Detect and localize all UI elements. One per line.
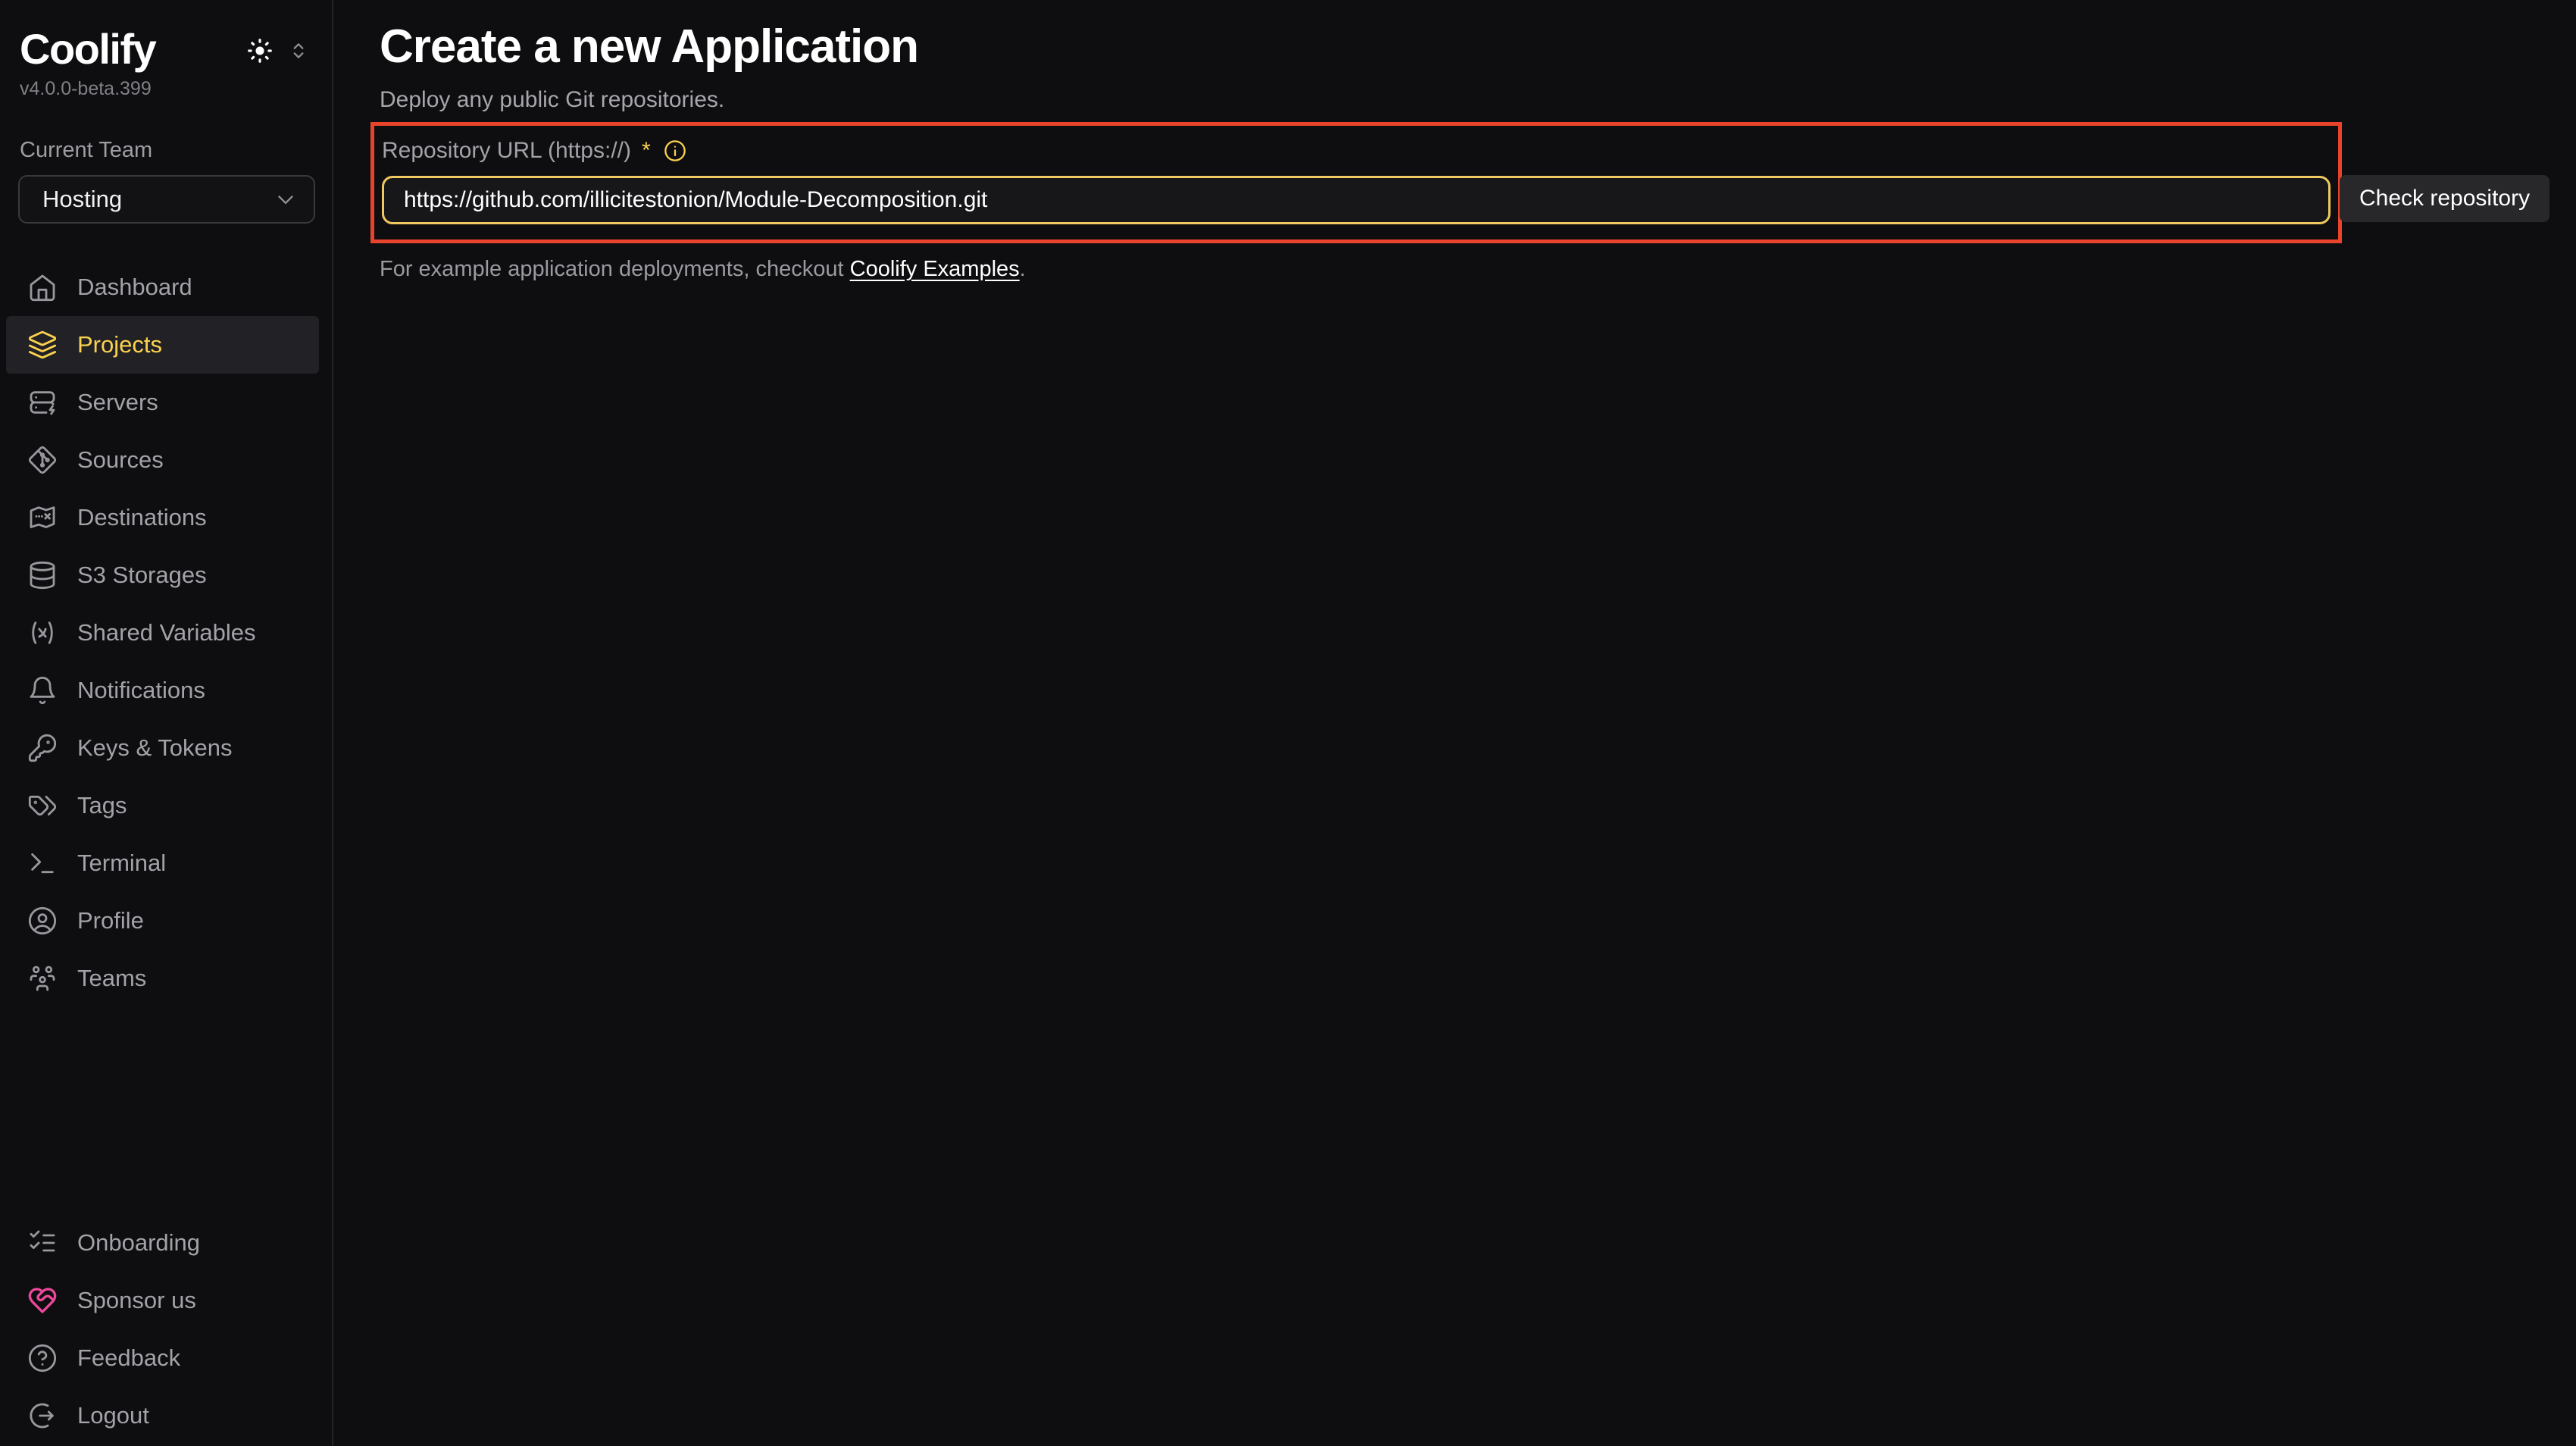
sidebar-item-teams[interactable]: Teams: [6, 950, 319, 1007]
sidebar-item-label: Notifications: [77, 677, 205, 704]
sidebar-item-label: Sponsor us: [77, 1287, 196, 1314]
database-icon: [27, 560, 58, 590]
checklist-icon: [27, 1228, 58, 1258]
info-icon[interactable]: [663, 139, 687, 163]
git-icon: [27, 445, 58, 475]
sidebar-item-label: Projects: [77, 331, 162, 358]
sidebar-item-terminal[interactable]: Terminal: [6, 834, 319, 892]
tags-icon: [27, 790, 58, 821]
main-content: Create a new Application Deploy any publ…: [335, 0, 2576, 1446]
sidebar-item-label: Sources: [77, 446, 164, 474]
server-icon: [27, 387, 58, 418]
sidebar-item-servers[interactable]: Servers: [6, 374, 319, 431]
annotation-highlight: Repository URL (https://) *: [370, 122, 2342, 243]
sidebar-item-sources[interactable]: Sources: [6, 431, 319, 489]
coolify-examples-link[interactable]: Coolify Examples: [850, 257, 1020, 281]
app-brand: Coolify: [20, 27, 155, 72]
sidebar-item-feedback[interactable]: Feedback: [6, 1329, 319, 1387]
logout-icon: [27, 1401, 58, 1431]
sidebar-item-label: S3 Storages: [77, 562, 207, 589]
sidebar-item-label: Feedback: [77, 1344, 180, 1372]
home-icon: [27, 272, 58, 302]
sidebar-spacer: [0, 1007, 332, 1214]
sidebar-item-sponsor-us[interactable]: Sponsor us: [6, 1272, 319, 1329]
sidebar-footer-nav: Onboarding Sponsor us Feedback Logout: [0, 1214, 332, 1444]
sidebar-item-s3-storages[interactable]: S3 Storages: [6, 546, 319, 604]
sidebar-item-label: Logout: [77, 1402, 149, 1429]
chevron-down-icon: [273, 186, 299, 212]
team-select-value: Hosting: [42, 186, 122, 213]
map-icon: [27, 502, 58, 533]
page-subtitle: Deploy any public Git repositories.: [380, 87, 2576, 113]
key-icon: [27, 733, 58, 763]
sidebar-item-label: Profile: [77, 907, 144, 934]
helper-text: For example application deployments, che…: [380, 257, 2342, 282]
sidebar-item-label: Tags: [77, 792, 127, 819]
repository-form: Repository URL (https://) * Check reposi…: [380, 122, 2342, 282]
sidebar-item-notifications[interactable]: Notifications: [6, 662, 319, 719]
helper-suffix: .: [1020, 257, 1026, 281]
layers-icon: [27, 330, 58, 360]
required-asterisk: *: [642, 138, 651, 164]
team-select[interactable]: Hosting: [18, 175, 315, 224]
check-repository-button[interactable]: Check repository: [2340, 175, 2549, 222]
sidebar-item-profile[interactable]: Profile: [6, 892, 319, 950]
page-title: Create a new Application: [380, 20, 2576, 74]
sidebar-item-label: Dashboard: [77, 274, 192, 301]
terminal-icon: [27, 848, 58, 878]
heart-icon: [27, 1285, 58, 1316]
sidebar-item-onboarding[interactable]: Onboarding: [6, 1214, 319, 1272]
sidebar-nav: Dashboard Projects Servers Sources Desti…: [0, 258, 332, 1007]
sidebar-item-label: Terminal: [77, 850, 166, 877]
variable-icon: [27, 618, 58, 648]
sidebar-item-tags[interactable]: Tags: [6, 777, 319, 834]
repository-url-label: Repository URL (https://): [382, 138, 631, 164]
help-icon: [27, 1343, 58, 1373]
sidebar: Coolify v4.0.0-beta.399 Current Team Hos…: [0, 0, 333, 1446]
user-icon: [27, 906, 58, 936]
chevrons-up-down-icon[interactable]: [286, 39, 311, 63]
sidebar-item-logout[interactable]: Logout: [6, 1387, 319, 1444]
sidebar-item-label: Destinations: [77, 504, 207, 531]
sidebar-item-keys-tokens[interactable]: Keys & Tokens: [6, 719, 319, 777]
sidebar-header-icons: [245, 36, 311, 65]
sidebar-item-destinations[interactable]: Destinations: [6, 489, 319, 546]
sun-icon[interactable]: [245, 36, 274, 65]
sidebar-item-dashboard[interactable]: Dashboard: [6, 258, 319, 316]
helper-prefix: For example application deployments, che…: [380, 257, 850, 281]
sidebar-item-label: Teams: [77, 965, 146, 992]
sidebar-item-shared-variables[interactable]: Shared Variables: [6, 604, 319, 662]
sidebar-item-projects[interactable]: Projects: [6, 316, 319, 374]
current-team-label: Current Team: [20, 138, 332, 163]
users-icon: [27, 963, 58, 994]
bell-icon: [27, 675, 58, 706]
sidebar-item-label: Keys & Tokens: [77, 734, 232, 762]
repository-url-label-row: Repository URL (https://) *: [382, 138, 2331, 164]
logo-row: Coolify: [20, 27, 311, 72]
sidebar-item-label: Shared Variables: [77, 619, 256, 646]
sidebar-item-label: Servers: [77, 389, 158, 416]
repository-url-input[interactable]: [382, 176, 2331, 224]
app-version: v4.0.0-beta.399: [20, 78, 332, 100]
sidebar-item-label: Onboarding: [77, 1229, 200, 1257]
